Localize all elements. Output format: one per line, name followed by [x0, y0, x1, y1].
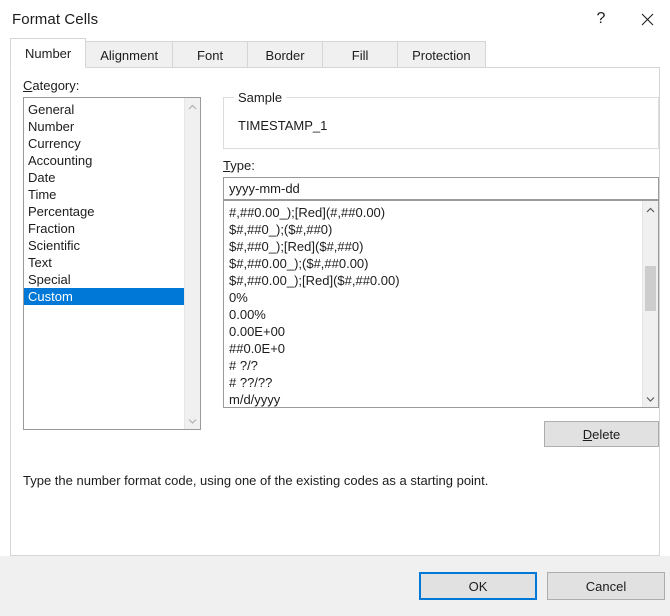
- dialog-footer: OK Cancel: [0, 556, 670, 616]
- tab-font[interactable]: Font: [172, 41, 249, 68]
- tab-alignment[interactable]: Alignment: [85, 41, 174, 68]
- type-label-rest: ype:: [230, 158, 255, 173]
- type-item[interactable]: $#,##0_);($#,##0): [224, 221, 642, 238]
- category-list-items: General Number Currency Accounting Date Time P…: [24, 98, 184, 429]
- category-item[interactable]: General: [24, 101, 184, 118]
- help-description-text: Type the number format code, using one o…: [23, 473, 489, 488]
- category-item[interactable]: Number: [24, 118, 184, 135]
- number-tab-panel: Category: General Number Currency Accountin…: [10, 67, 660, 556]
- sample-legend: Sample: [234, 90, 287, 105]
- category-item[interactable]: Scientific: [24, 237, 184, 254]
- category-item[interactable]: Custom: [24, 288, 184, 305]
- sample-group-box: Sample TIMESTAMP_1: [223, 90, 659, 149]
- category-item[interactable]: Text: [24, 254, 184, 271]
- type-item[interactable]: #,##0.00_);[Red](#,##0.00): [224, 204, 642, 221]
- chevron-up-icon[interactable]: [185, 98, 201, 115]
- category-item[interactable]: Accounting: [24, 152, 184, 169]
- category-label: Category:: [23, 78, 79, 93]
- category-item[interactable]: Date: [24, 169, 184, 186]
- tab-number[interactable]: Number: [10, 38, 87, 68]
- type-input[interactable]: [223, 177, 659, 200]
- help-glyph: ?: [596, 10, 606, 27]
- delete-button[interactable]: Delete: [544, 421, 659, 447]
- type-scrollbar[interactable]: [642, 201, 658, 407]
- type-item[interactable]: # ?/?: [224, 357, 642, 374]
- ok-label: OK: [468, 578, 488, 594]
- close-x-icon[interactable]: [624, 2, 670, 36]
- help-question-icon[interactable]: ?: [578, 2, 624, 36]
- type-item[interactable]: m/d/yyyy: [224, 391, 642, 407]
- sample-value: TIMESTAMP_1: [238, 118, 328, 133]
- category-scrollbar-track[interactable]: [185, 115, 200, 412]
- tab-strip: Number Alignment Font Border Fill Protec…: [10, 38, 660, 68]
- dialog-title: Format Cells: [12, 10, 99, 28]
- type-label: Type:: [223, 158, 255, 173]
- cancel-label: Cancel: [585, 578, 627, 594]
- ok-button[interactable]: OK: [419, 572, 537, 600]
- type-item[interactable]: $#,##0.00_);($#,##0.00): [224, 255, 642, 272]
- delete-label-rest: elete: [592, 426, 621, 442]
- type-item[interactable]: $#,##0.00_);[Red]($#,##0.00): [224, 272, 642, 289]
- type-scrollbar-thumb[interactable]: [645, 266, 656, 311]
- tab-label: Alignment: [100, 47, 159, 63]
- tab-label: Fill: [351, 47, 369, 63]
- delete-label-accel: D: [582, 426, 593, 442]
- tab-label: Border: [265, 47, 305, 63]
- type-item[interactable]: $#,##0_);[Red]($#,##0): [224, 238, 642, 255]
- type-item[interactable]: # ??/??: [224, 374, 642, 391]
- type-list-items: #,##0.00_);[Red](#,##0.00) $#,##0_);($#,#…: [224, 201, 642, 407]
- category-listbox[interactable]: General Number Currency Accounting Date Time P…: [23, 97, 201, 430]
- chevron-up-icon[interactable]: [643, 201, 659, 218]
- tab-border[interactable]: Border: [247, 41, 324, 68]
- tab-label: Font: [197, 47, 224, 63]
- title-bar: Format Cells ?: [0, 0, 670, 38]
- tab-protection[interactable]: Protection: [397, 41, 486, 68]
- chevron-down-icon[interactable]: [643, 390, 659, 407]
- category-label-rest: ategory:: [32, 78, 80, 93]
- category-item[interactable]: Percentage: [24, 203, 184, 220]
- format-cells-dialog: Format Cells ? Number Alignment Font Bor…: [0, 0, 670, 616]
- tab-fill[interactable]: Fill: [322, 41, 399, 68]
- category-item[interactable]: Fraction: [24, 220, 184, 237]
- category-item[interactable]: Time: [24, 186, 184, 203]
- tab-label: Protection: [412, 47, 471, 63]
- category-scrollbar[interactable]: [184, 98, 200, 429]
- category-label-accel: C: [23, 78, 33, 93]
- type-item[interactable]: 0.00E+00: [224, 323, 642, 340]
- category-item[interactable]: Special: [24, 271, 184, 288]
- type-scrollbar-track[interactable]: [643, 218, 658, 390]
- caption-buttons: ?: [578, 0, 670, 38]
- category-item[interactable]: Currency: [24, 135, 184, 152]
- type-item[interactable]: ##0.0E+0: [224, 340, 642, 357]
- chevron-down-icon[interactable]: [185, 412, 201, 429]
- cancel-button[interactable]: Cancel: [547, 572, 665, 600]
- type-item[interactable]: 0.00%: [224, 306, 642, 323]
- type-item[interactable]: 0%: [224, 289, 642, 306]
- type-listbox[interactable]: #,##0.00_);[Red](#,##0.00) $#,##0_);($#,#…: [223, 200, 659, 408]
- tab-label: Number: [25, 45, 72, 61]
